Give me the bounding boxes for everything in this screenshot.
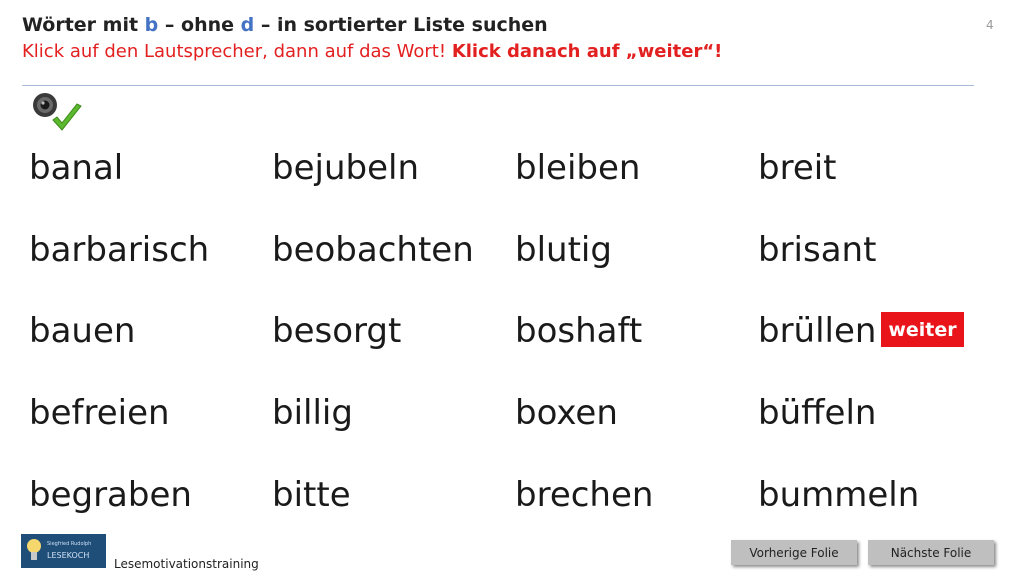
footer-label: Lesemotivationstraining	[114, 557, 259, 571]
slide-number: 4	[986, 18, 994, 32]
word-item[interactable]: begraben	[29, 478, 192, 512]
word-item[interactable]: bauen	[29, 314, 135, 348]
word-item[interactable]: beobachten	[272, 233, 474, 267]
word-item[interactable]: barbarisch	[29, 233, 209, 267]
page-title: Wörter mit b – ohne d – in sortierter Li…	[22, 14, 548, 36]
title-letter-d: d	[240, 14, 255, 36]
next-slide-button[interactable]: Nächste Folie	[868, 540, 994, 565]
word-item[interactable]: befreien	[29, 396, 170, 430]
word-item[interactable]: brisant	[758, 233, 876, 267]
word-item[interactable]: billig	[272, 396, 353, 430]
word-item[interactable]: bejubeln	[272, 151, 419, 185]
lightbulb-base	[31, 552, 37, 560]
word-item[interactable]: blutig	[515, 233, 612, 267]
logo-small-text: Siegfried Rudolph	[47, 541, 92, 547]
word-item[interactable]: brüllen	[758, 314, 876, 348]
word-item[interactable]: brechen	[515, 478, 653, 512]
word-item[interactable]: bleiben	[515, 151, 640, 185]
word-item[interactable]: bitte	[272, 478, 351, 512]
title-letter-b: b	[144, 14, 159, 36]
word-item[interactable]: breit	[758, 151, 837, 185]
instruction-text: Klick auf den Lautsprecher, dann auf das…	[22, 41, 722, 62]
instruction-bold: Klick danach auf „weiter“!	[451, 41, 723, 62]
header-divider	[22, 85, 974, 86]
word-item[interactable]: bummeln	[758, 478, 919, 512]
previous-slide-button[interactable]: Vorherige Folie	[731, 540, 857, 565]
word-item[interactable]: banal	[29, 151, 123, 185]
word-item[interactable]: boxen	[515, 396, 618, 430]
title-text-3: – in sortierter Liste suchen	[254, 14, 548, 36]
logo-text: LESEKOCH	[47, 551, 90, 560]
word-item[interactable]: besorgt	[272, 314, 401, 348]
title-text: Wörter mit	[22, 14, 145, 36]
instruction-plain: Klick auf den Lautsprecher, dann auf das…	[22, 41, 452, 62]
title-text-2: – ohne	[158, 14, 241, 36]
word-item[interactable]: büffeln	[758, 396, 876, 430]
word-item[interactable]: boshaft	[515, 314, 642, 348]
lightbulb-icon	[27, 539, 41, 553]
lesekoch-logo: Siegfried Rudolph LESEKOCH	[21, 534, 106, 568]
weiter-button[interactable]: weiter	[881, 312, 964, 347]
checkmark-icon	[52, 103, 82, 131]
